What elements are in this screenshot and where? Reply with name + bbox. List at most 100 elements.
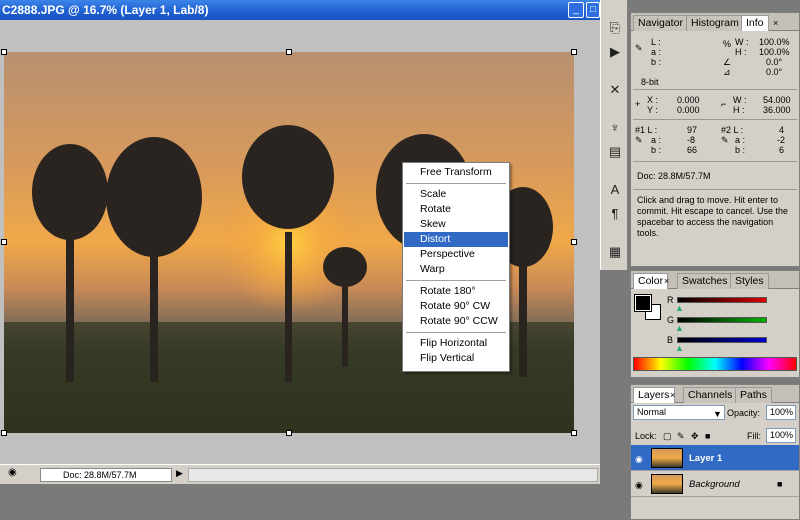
menu-item-distort[interactable]: Distort xyxy=(404,232,508,247)
menu-item-free-transform[interactable]: Free Transform xyxy=(404,165,508,180)
lock-transparency-icon[interactable]: ▢ xyxy=(663,431,672,441)
status-icon[interactable]: ◉ xyxy=(8,467,17,478)
color-spectrum-ramp[interactable] xyxy=(633,357,797,371)
menu-item-rotate-180[interactable]: Rotate 180° xyxy=(404,284,508,299)
transform-handle[interactable] xyxy=(1,239,7,245)
clone-source-icon[interactable]: ▤ xyxy=(605,142,625,162)
doc-size-readout: Doc: 28.8M/57.7M xyxy=(40,468,172,482)
blend-mode-select[interactable]: Normal xyxy=(633,405,725,420)
tab-paths[interactable]: Paths xyxy=(735,387,772,403)
sampler-2-label: #2 L : xyxy=(721,125,744,135)
opacity-label: Opacity: xyxy=(727,408,761,418)
layer-thumbnail xyxy=(651,474,683,494)
lock-icon: ■ xyxy=(777,479,783,489)
eye-icon[interactable]: ◉ xyxy=(635,480,649,490)
layer-name[interactable]: Layer 1 xyxy=(689,453,722,464)
layer-row-layer-1[interactable]: ◉ Layer 1 xyxy=(631,445,799,471)
close-icon[interactable]: × xyxy=(664,276,669,286)
menu-separator xyxy=(406,183,506,184)
opacity-field[interactable]: 100% xyxy=(766,405,796,420)
sampler-2-eyedropper-icon: ✎ xyxy=(721,135,729,145)
menu-item-flip-horizontal[interactable]: Flip Horizontal xyxy=(404,336,508,351)
close-icon[interactable]: × xyxy=(773,18,778,28)
horizontal-scrollbar[interactable] xyxy=(188,468,598,482)
transform-handle[interactable] xyxy=(1,430,7,436)
fill-field[interactable]: 100% xyxy=(766,428,796,443)
menu-item-skew[interactable]: Skew xyxy=(404,217,508,232)
minimize-icon[interactable]: _ xyxy=(568,2,584,18)
info-label-a: a : xyxy=(651,47,662,57)
tab-styles[interactable]: Styles xyxy=(730,273,769,289)
menu-item-warp[interactable]: Warp xyxy=(404,262,508,277)
info-doc-size: Doc: 28.8M/57.7M xyxy=(637,171,711,181)
blue-slider[interactable] xyxy=(677,337,767,343)
info-label-b: b : xyxy=(651,57,662,67)
paragraph-icon[interactable]: ¶ xyxy=(605,204,625,224)
sampler-1-b-label: b : xyxy=(651,145,662,155)
transform-handle[interactable] xyxy=(571,239,577,245)
status-bar: ◉ Doc: 28.8M/57.7M ▶ xyxy=(0,464,600,484)
chevron-down-icon[interactable]: ▼ xyxy=(713,409,722,419)
info-label-y: Y : xyxy=(647,105,658,115)
character-icon[interactable]: A xyxy=(605,180,625,200)
history-brush-icon[interactable]: ⎘ xyxy=(605,18,625,38)
tab-layers[interactable]: Layers xyxy=(633,387,675,403)
blue-slider-thumb-icon[interactable]: ▲ xyxy=(675,343,684,353)
fill-label: Fill: xyxy=(747,431,761,441)
menu-item-rotate-90-ccw[interactable]: Rotate 90° CCW xyxy=(404,314,508,329)
transform-handle[interactable] xyxy=(571,430,577,436)
opacity-value: 100% xyxy=(770,407,794,417)
tab-color[interactable]: Color xyxy=(633,273,669,289)
transform-handle[interactable] xyxy=(286,430,292,436)
tab-histogram[interactable]: Histogram xyxy=(686,15,744,31)
lock-all-icon[interactable]: ■ xyxy=(705,431,710,441)
actions-play-icon[interactable]: ▶ xyxy=(605,42,625,62)
lock-position-icon[interactable]: ✥ xyxy=(691,431,699,441)
divider xyxy=(633,161,797,162)
green-slider-thumb-icon[interactable]: ▲ xyxy=(675,323,684,333)
crosshair-icon: + xyxy=(635,99,641,109)
sampler-1-a: -8 xyxy=(687,135,696,145)
maximize-icon[interactable]: □ xyxy=(586,2,600,18)
red-slider-thumb-icon[interactable]: ▲ xyxy=(675,303,684,313)
transform-handle[interactable] xyxy=(1,49,7,55)
info-x-value: 0.000 xyxy=(677,95,700,105)
transform-handle[interactable] xyxy=(286,49,292,55)
document-title: C2888.JPG @ 16.7% (Layer 1, Lab/8) xyxy=(2,3,209,17)
info-skew: 0.0° xyxy=(766,67,783,77)
brushes-icon[interactable]: ♆ xyxy=(605,118,625,138)
lock-image-icon[interactable]: ✎ xyxy=(677,431,685,441)
transform-context-menu: Free Transform Scale Rotate Skew Distort… xyxy=(402,162,510,372)
menu-item-flip-vertical[interactable]: Flip Vertical xyxy=(404,351,508,366)
tab-swatches[interactable]: Swatches xyxy=(677,273,733,289)
sampler-1-l: 97 xyxy=(687,125,698,135)
tab-navigator[interactable]: Navigator xyxy=(633,15,688,31)
document-window: C2888.JPG @ 16.7% (Layer 1, Lab/8) _ □ ◉… xyxy=(0,0,600,484)
layer-comps-icon[interactable]: ▦ xyxy=(605,242,625,262)
green-slider[interactable] xyxy=(677,317,767,323)
menu-item-scale[interactable]: Scale xyxy=(404,187,508,202)
eyedropper-icon: ✎ xyxy=(635,43,643,53)
status-menu-arrow-icon[interactable]: ▶ xyxy=(176,468,183,479)
menu-item-rotate-90-cw[interactable]: Rotate 90° CW xyxy=(404,299,508,314)
tab-channels[interactable]: Channels xyxy=(683,387,738,403)
fill-value: 100% xyxy=(770,430,794,440)
layer-row-background[interactable]: ◉ Background ■ xyxy=(631,471,799,497)
size-icon: ⌐ xyxy=(721,99,727,109)
eye-icon[interactable]: ◉ xyxy=(635,454,649,464)
foreground-color-swatch[interactable] xyxy=(634,294,652,312)
lock-label: Lock: xyxy=(635,431,657,441)
divider xyxy=(633,89,797,90)
info-y-value: 0.000 xyxy=(677,105,700,115)
tool-presets-icon[interactable]: ✕ xyxy=(605,80,625,100)
menu-item-perspective[interactable]: Perspective xyxy=(404,247,508,262)
tab-info[interactable]: Info xyxy=(741,15,769,31)
transform-handle[interactable] xyxy=(571,49,577,55)
document-title-bar[interactable]: C2888.JPG @ 16.7% (Layer 1, Lab/8) xyxy=(0,0,600,20)
menu-item-rotate[interactable]: Rotate xyxy=(404,202,508,217)
red-slider[interactable] xyxy=(677,297,767,303)
layer-name[interactable]: Background xyxy=(689,479,740,490)
close-icon[interactable]: × xyxy=(670,390,675,400)
sampler-1-b: 66 xyxy=(687,145,698,155)
angle-icon: ∠ xyxy=(723,57,732,67)
